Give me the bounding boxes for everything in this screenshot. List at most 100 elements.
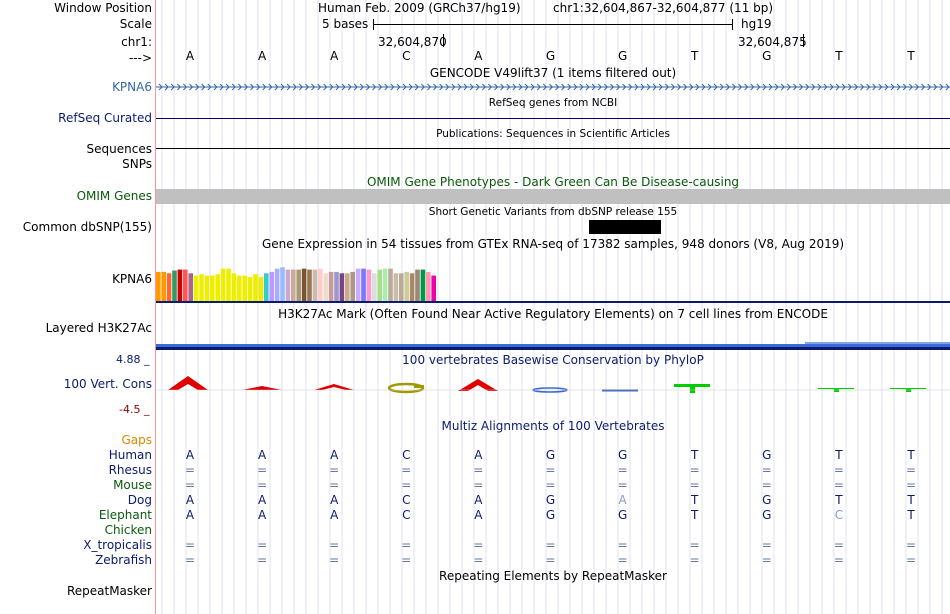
reference-base: C <box>402 49 411 63</box>
species-label-elephant[interactable]: Elephant <box>99 508 152 522</box>
gtex-tissue-bar[interactable] <box>166 273 172 301</box>
alignment-base: A <box>474 508 483 522</box>
gtex-tissue-bar[interactable] <box>226 268 231 301</box>
gtex-tissue-bar[interactable] <box>296 269 301 301</box>
gtex-tissue-bar[interactable] <box>274 268 280 301</box>
gencode-gene-label[interactable]: KPNA6 <box>112 80 152 94</box>
species-label-mouse[interactable]: Mouse <box>113 478 152 492</box>
gtex-tissue-bar[interactable] <box>210 275 215 301</box>
alignment-base: T <box>907 493 915 507</box>
refseq-track-title[interactable]: RefSeq genes from NCBI <box>156 97 950 109</box>
multiz-track-title[interactable]: Multiz Alignments of 100 Vertebrates <box>156 419 950 433</box>
alignment-base: = <box>761 478 772 492</box>
gtex-tissue-bar[interactable] <box>318 268 323 301</box>
publications-label-snps[interactable]: SNPs <box>122 157 152 171</box>
species-label-dog[interactable]: Dog <box>128 493 152 507</box>
gtex-tissue-bar[interactable] <box>172 270 177 301</box>
gtex-tissue-bar[interactable] <box>339 273 345 301</box>
omim-feature-bar[interactable] <box>156 189 950 204</box>
gtex-tissue-bar[interactable] <box>323 273 328 301</box>
gtex-tissue-bar[interactable] <box>307 269 312 301</box>
alignment-base: A <box>330 508 339 522</box>
alignment-base: = <box>401 463 412 477</box>
dbsnp-track-title[interactable]: Short Genetic Variants from dbSNP releas… <box>156 206 950 218</box>
omim-label[interactable]: OMIM Genes <box>77 189 152 203</box>
gtex-tissue-bar[interactable] <box>426 271 431 301</box>
gtex-tissue-bar[interactable] <box>388 268 393 301</box>
gtex-tissue-bar[interactable] <box>431 275 436 301</box>
gtex-tissue-bar[interactable] <box>291 269 296 301</box>
gtex-tissue-bar[interactable] <box>258 276 264 301</box>
gtex-tissue-bar[interactable] <box>242 275 247 301</box>
gtex-bar-chart[interactable] <box>156 254 950 304</box>
gtex-tissue-bar[interactable] <box>204 275 210 301</box>
gtex-tissue-bar[interactable] <box>420 269 426 301</box>
gtex-tissue-bar[interactable] <box>345 273 350 301</box>
dbsnp-variant[interactable] <box>589 220 661 234</box>
gaps-label[interactable]: Gaps <box>121 433 152 447</box>
gtex-tissue-bar[interactable] <box>264 273 269 301</box>
phylop-letter-a4-icon <box>458 379 498 391</box>
gtex-label[interactable]: KPNA6 <box>112 272 152 286</box>
gtex-tissue-bar[interactable] <box>253 274 258 301</box>
gtex-tissue-bar[interactable] <box>215 274 220 301</box>
gtex-tissue-bar[interactable] <box>409 273 415 301</box>
publications-label-sequences[interactable]: Sequences <box>87 142 152 156</box>
alignment-base: T <box>691 493 699 507</box>
gtex-tissue-bar[interactable] <box>366 269 372 301</box>
gtex-tissue-bar[interactable] <box>161 271 166 301</box>
kpna6-gene-model[interactable] <box>156 81 950 93</box>
gtex-tissue-bar[interactable] <box>350 271 355 301</box>
gtex-tissue-bar[interactable] <box>399 273 404 301</box>
gencode-track-title[interactable]: GENCODE V49lift37 (1 items filtered out) <box>156 66 950 80</box>
gtex-tissue-bar[interactable] <box>231 273 237 301</box>
gtex-tissue-bar[interactable] <box>237 275 242 301</box>
gtex-tissue-bar[interactable] <box>372 273 377 301</box>
dbsnp-label[interactable]: Common dbSNP(155) <box>23 220 152 234</box>
species-label-rhesus[interactable]: Rhesus <box>109 463 152 477</box>
gtex-tissue-bar[interactable] <box>404 271 409 301</box>
species-label-zebrafish[interactable]: Zebrafish <box>95 553 152 567</box>
scale-bar <box>373 19 733 30</box>
alignment-base: A <box>257 508 267 522</box>
species-label-human[interactable]: Human <box>109 448 152 462</box>
refseq-gene-line[interactable] <box>156 118 950 119</box>
phylop-track-title[interactable]: 100 vertebrates Basewise Conservation by… <box>156 353 950 367</box>
gtex-tissue-bar[interactable] <box>269 271 274 301</box>
gtex-tissue-bar[interactable] <box>415 269 420 301</box>
phylop-label[interactable]: 100 Vert. Cons <box>64 377 152 391</box>
gtex-tissue-bar[interactable] <box>361 268 366 301</box>
gtex-tissue-bar[interactable] <box>382 268 388 301</box>
gtex-tissue-bar[interactable] <box>177 269 183 301</box>
gtex-tissue-bar[interactable] <box>280 267 285 301</box>
phylop-logo[interactable] <box>156 366 950 406</box>
refseq-label[interactable]: RefSeq Curated <box>58 111 152 125</box>
gtex-tissue-bar[interactable] <box>247 276 253 301</box>
gtex-tissue-bar[interactable] <box>199 274 204 301</box>
repeatmasker-track-title[interactable]: Repeating Elements by RepeatMasker <box>156 569 950 583</box>
gtex-tissue-bar[interactable] <box>393 273 399 301</box>
gtex-tissue-bar[interactable] <box>188 273 193 301</box>
publications-track-title[interactable]: Publications: Sequences in Scientific Ar… <box>156 128 950 140</box>
gtex-track-title[interactable]: Gene Expression in 54 tissues from GTEx … <box>156 237 950 251</box>
gtex-tissue-bar[interactable] <box>312 269 318 301</box>
gtex-tissue-bar[interactable] <box>355 268 361 301</box>
h3k27ac-label[interactable]: Layered H3K27Ac <box>46 321 152 335</box>
h3k27ac-track-title[interactable]: H3K27Ac Mark (Often Found Near Active Re… <box>156 307 950 321</box>
publications-line[interactable] <box>156 148 950 149</box>
repeatmasker-label[interactable]: RepeatMasker <box>67 584 152 598</box>
gtex-tissue-bar[interactable] <box>183 269 188 301</box>
gtex-tissue-bar[interactable] <box>334 271 339 301</box>
gtex-tissue-bar[interactable] <box>328 271 334 301</box>
species-label-x_tropicalis[interactable]: X_tropicalis <box>83 538 152 552</box>
gtex-tissue-bar[interactable] <box>285 269 291 301</box>
species-label-chicken[interactable]: Chicken <box>105 523 152 537</box>
gtex-tissue-bar[interactable] <box>193 275 199 301</box>
omim-track-title[interactable]: OMIM Gene Phenotypes - Dark Green Can Be… <box>156 175 950 189</box>
gtex-tissue-bar[interactable] <box>220 268 226 301</box>
gtex-tissue-bar[interactable] <box>156 271 161 301</box>
alignment-base: = <box>329 538 340 552</box>
gtex-tissue-bar[interactable] <box>301 268 307 301</box>
coord-label-2: 32,604,875 <box>738 35 807 49</box>
gtex-tissue-bar[interactable] <box>377 269 382 301</box>
